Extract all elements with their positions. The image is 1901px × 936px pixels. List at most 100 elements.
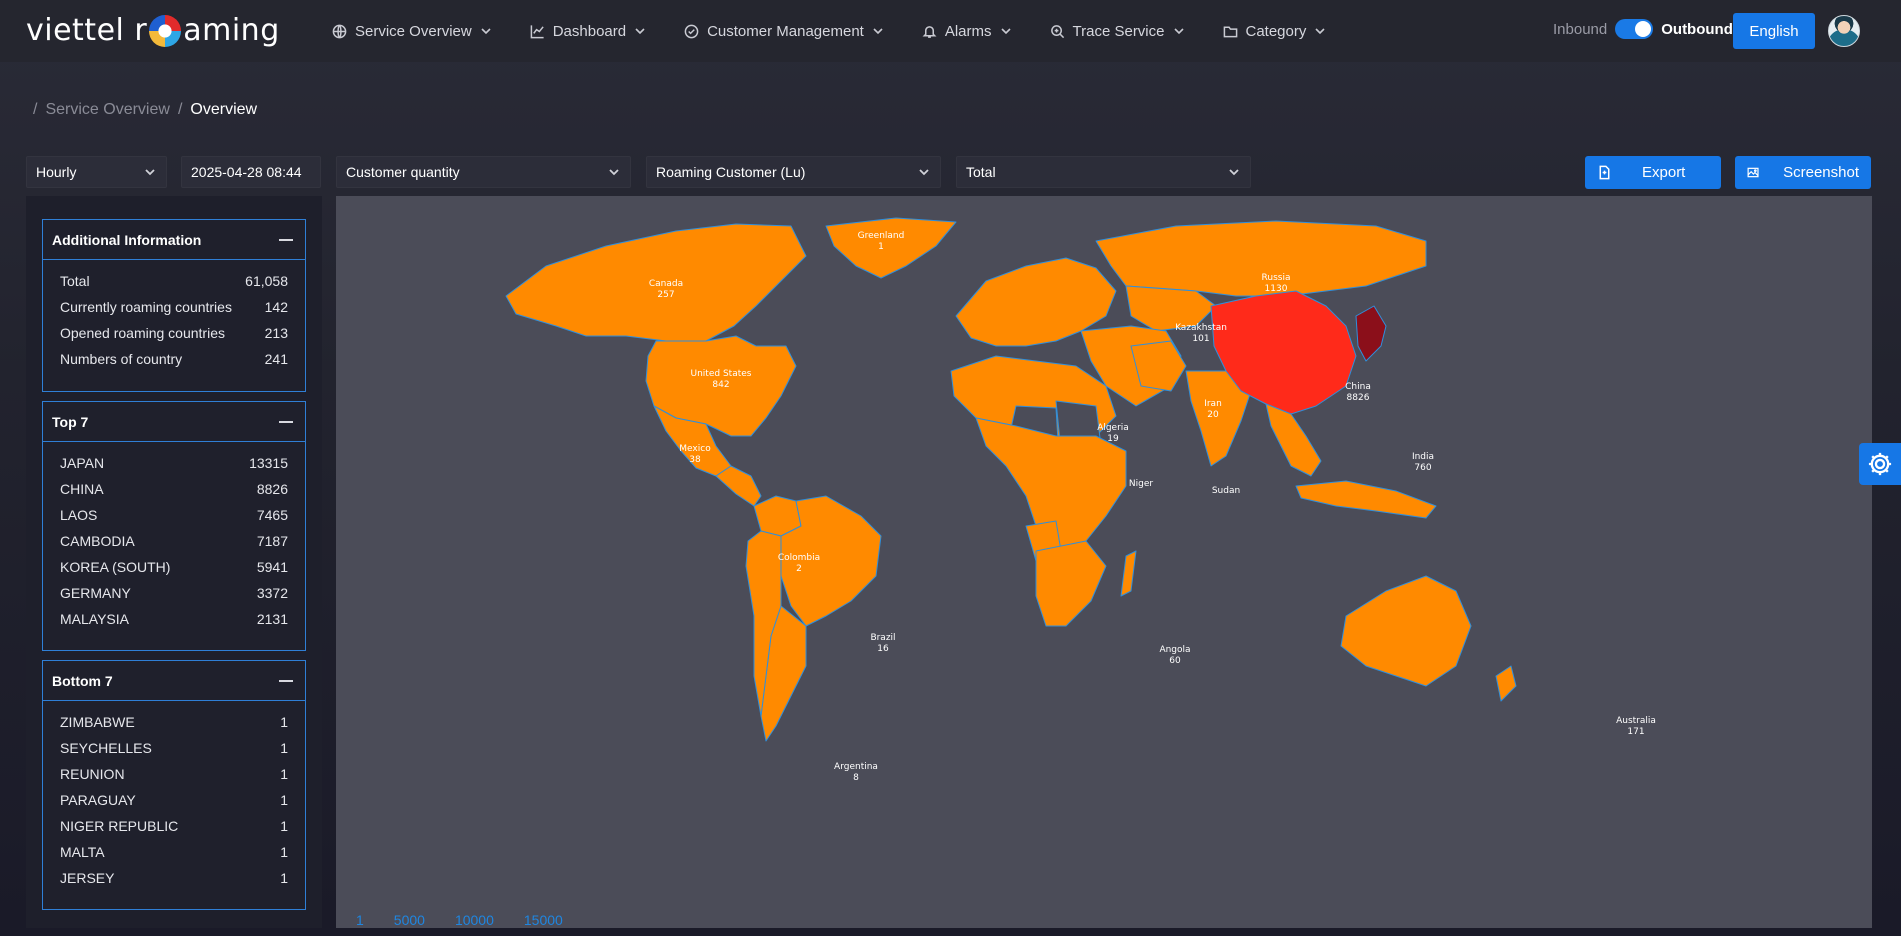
map-label-value: 257 [657, 290, 674, 300]
country-shape-japan-korea[interactable] [1355, 305, 1387, 362]
map-label-name: Australia [1616, 716, 1656, 726]
map-label-value: 101 [1192, 334, 1209, 344]
list-item: ZIMBABWE 1 [60, 709, 288, 735]
collapse-icon[interactable] [279, 238, 293, 241]
nav-label: Dashboard [552, 22, 627, 40]
card-title: Top 7 [52, 413, 89, 430]
country-name: MALAYSIA [60, 611, 129, 627]
country-name: REUNION [60, 766, 125, 782]
map-label-value: 19 [1107, 434, 1119, 444]
breadcrumb-current: Overview [190, 101, 258, 118]
map-label-name: Canada [649, 279, 683, 289]
inbound-outbound-switch[interactable] [1615, 19, 1654, 39]
country-shape-greenland[interactable] [825, 217, 957, 279]
nav-category[interactable]: Category [1223, 23, 1327, 40]
country-name: KOREA (SOUTH) [60, 559, 171, 575]
breadcrumb-separator: / [177, 101, 183, 118]
country-value: 1 [280, 792, 288, 808]
map-label-name: Sudan [1212, 486, 1240, 496]
map-label-name: Brazil [870, 633, 895, 643]
breadcrumb-parent[interactable]: Service Overview [45, 101, 169, 119]
country-shape-russia[interactable] [1095, 220, 1427, 297]
chevron-down-icon [1000, 28, 1011, 35]
country-value: 7187 [256, 533, 288, 549]
nav-label: Category [1245, 22, 1307, 40]
map-label-name: Argentina [834, 762, 878, 772]
screenshot-button[interactable]: Screenshot [1735, 156, 1871, 189]
world-map-svg[interactable]: Greenland 1 Canada 257 Russia 1130 Kazak… [336, 196, 1872, 928]
customer-type-select[interactable]: Roaming Customer (Lu) [646, 156, 941, 188]
nav-label: Customer Management [707, 22, 864, 40]
gear-icon [1868, 452, 1892, 476]
chevron-down-icon [481, 28, 491, 35]
map-label-name: Iran [1204, 399, 1222, 409]
collapse-icon[interactable] [279, 679, 293, 682]
country-shape-australia[interactable] [1340, 575, 1472, 687]
list-item: KOREA (SOUTH) 5941 [60, 554, 288, 580]
additional-info-card: Additional Information Total 61,058 Curre… [42, 219, 306, 392]
info-row: Total 61,058 [60, 268, 288, 294]
country-name: GERMANY [60, 585, 131, 601]
country-shape-new-zealand[interactable] [1495, 665, 1517, 702]
list-item: REUNION 1 [60, 761, 288, 787]
collapse-icon[interactable] [279, 420, 293, 423]
country-name: JERSEY [60, 870, 115, 886]
country-shape-indonesia[interactable] [1295, 480, 1437, 519]
nav-label: Service Overview [355, 22, 472, 40]
breadcrumb: / Service Overview / Overview [33, 101, 257, 119]
map-label-name: India [1412, 452, 1434, 462]
country-shape-central-america[interactable] [715, 465, 762, 507]
map-label-name: Kazakhstan [1175, 323, 1227, 333]
metric-select[interactable]: Customer quantity [336, 156, 631, 188]
bottom7-list: ZIMBABWE 1 SEYCHELLES 1 REUNION 1 PARAGUAY 1… [43, 701, 305, 897]
world-choropleth-map[interactable]: Greenland 1 Canada 257 Russia 1130 Kazak… [336, 196, 1872, 928]
info-row: Opened roaming countries 213 [60, 320, 288, 346]
datetime-picker[interactable]: 2025-04-28 08:44 [181, 156, 321, 188]
export-file-icon [1599, 165, 1610, 180]
country-name: MALTA [60, 844, 105, 860]
image-icon [1747, 167, 1759, 178]
list-item: JERSEY 1 [60, 865, 288, 891]
nav-service-overview[interactable]: Service Overview [332, 23, 492, 40]
country-name: ZIMBABWE [60, 714, 135, 730]
chevron-down-icon [919, 169, 929, 176]
list-item: GERMANY 3372 [60, 580, 288, 606]
info-value: 61,058 [245, 273, 288, 289]
chevron-down-icon [1173, 28, 1184, 35]
country-name: PARAGUAY [60, 792, 136, 808]
country-shape-southeast-asia[interactable] [1265, 403, 1322, 477]
interval-select[interactable]: Hourly [26, 156, 167, 188]
map-label-value: 2 [796, 564, 802, 574]
viettel-roaming-logo[interactable]: viettel r aming [26, 10, 280, 50]
interval-value: Hourly [36, 164, 77, 180]
top-navigation-bar: viettel r aming Service Overview Dashboa… [0, 0, 1901, 62]
nav-trace-service[interactable]: Trace Service [1050, 23, 1185, 40]
language-button[interactable]: English [1733, 13, 1815, 49]
country-name: NIGER REPUBLIC [60, 818, 179, 834]
export-button[interactable]: Export [1585, 156, 1721, 189]
country-shape-madagascar[interactable] [1120, 550, 1137, 597]
scope-value: Total [966, 164, 996, 180]
nav-dashboard[interactable]: Dashboard [530, 23, 646, 40]
map-label-value: 760 [1414, 463, 1431, 473]
country-value: 1 [280, 714, 288, 730]
map-label-name: Mexico [679, 444, 711, 454]
settings-drawer-button[interactable] [1859, 443, 1901, 485]
top7-header[interactable]: Top 7 [43, 402, 305, 442]
info-value: 241 [264, 351, 288, 367]
nav-alarms[interactable]: Alarms [922, 23, 1012, 40]
country-shape-southern-africa[interactable] [1035, 540, 1107, 627]
logo-text-right: aming [183, 12, 280, 48]
map-label-value: 38 [689, 455, 701, 465]
additional-info-header[interactable]: Additional Information [43, 220, 305, 260]
list-item: CAMBODIA 7187 [60, 528, 288, 554]
nav-customer-management[interactable]: Customer Management [684, 23, 884, 40]
bottom7-header[interactable]: Bottom 7 [43, 661, 305, 701]
breadcrumb-separator: / [33, 101, 38, 118]
info-row: Currently roaming countries 142 [60, 294, 288, 320]
user-avatar[interactable] [1828, 15, 1860, 47]
datetime-value: 2025-04-28 08:44 [191, 164, 302, 180]
nav-label: Alarms [944, 22, 992, 40]
scope-select[interactable]: Total [956, 156, 1251, 188]
logo-sim-icon [149, 15, 182, 47]
